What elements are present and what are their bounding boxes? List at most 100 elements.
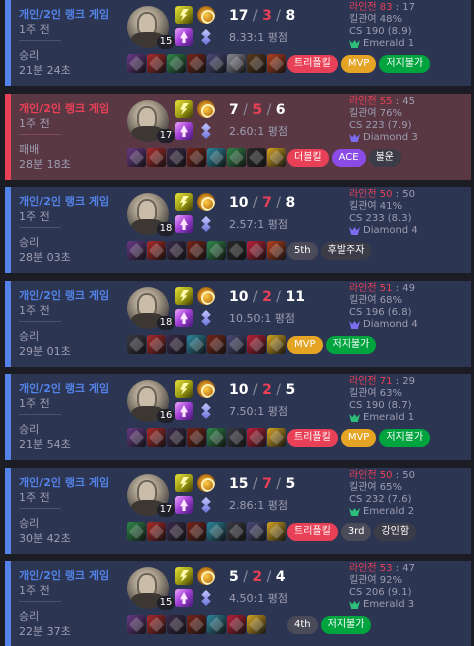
item-icon[interactable]	[207, 241, 226, 260]
item-icon[interactable]	[167, 428, 186, 447]
item-icon[interactable]	[227, 54, 246, 73]
item-icon[interactable]	[187, 522, 206, 541]
keystone-rune-icon[interactable]	[197, 567, 215, 585]
deaths: 7	[262, 195, 272, 211]
item-icon[interactable]	[127, 148, 146, 167]
match-card-5[interactable]: 개인/2인 랭크 게임 1주 전 승리 21분 54초 16 10 / 2 / …	[5, 374, 471, 460]
deaths: 2	[262, 382, 272, 398]
item-icon[interactable]	[207, 54, 226, 73]
item-icon[interactable]	[207, 522, 226, 541]
item-icon[interactable]	[207, 148, 226, 167]
item-icon[interactable]	[127, 241, 146, 260]
item-icon[interactable]	[147, 335, 166, 354]
keystone-rune-icon[interactable]	[197, 474, 215, 492]
item-icon[interactable]	[147, 615, 166, 634]
average-tier: Emerald 1	[349, 38, 469, 50]
item-icon[interactable]	[227, 522, 246, 541]
achievement-badge: MVP	[287, 336, 323, 354]
item-icon[interactable]	[267, 54, 286, 73]
match-card-6[interactable]: 개인/2인 랭크 게임 1주 전 승리 30분 42초 17 15 / 7 / …	[5, 468, 471, 554]
lane-score: 라인전 71 : 29	[349, 376, 415, 387]
item-icon[interactable]	[187, 335, 206, 354]
flash-spell-icon[interactable]	[175, 380, 193, 398]
item-icon[interactable]	[227, 428, 246, 447]
time-ago: 1주 전	[19, 397, 50, 410]
flash-spell-icon[interactable]	[175, 193, 193, 211]
ghost-spell-icon[interactable]	[175, 122, 193, 140]
item-icon[interactable]	[147, 148, 166, 167]
item-icon[interactable]	[187, 241, 206, 260]
item-icon[interactable]	[167, 335, 186, 354]
ghost-spell-icon[interactable]	[175, 28, 193, 46]
ghost-spell-icon[interactable]	[175, 496, 193, 514]
item-icon[interactable]	[267, 428, 286, 447]
item-icon[interactable]	[267, 148, 286, 167]
item-icon[interactable]	[207, 615, 226, 634]
item-icon[interactable]	[247, 54, 266, 73]
item-icon[interactable]	[247, 148, 266, 167]
flash-spell-icon[interactable]	[175, 474, 193, 492]
item-icon[interactable]	[207, 428, 226, 447]
secondary-rune-icon[interactable]	[197, 402, 215, 420]
flash-spell-icon[interactable]	[175, 287, 193, 305]
item-icon[interactable]	[267, 335, 286, 354]
item-icon[interactable]	[187, 615, 206, 634]
item-icon[interactable]	[147, 428, 166, 447]
secondary-rune-icon[interactable]	[197, 496, 215, 514]
kills: 10	[229, 289, 249, 305]
secondary-rune-icon[interactable]	[197, 215, 215, 233]
match-info: 개인/2인 랭크 게임 1주 전 패배 28분 18초	[19, 94, 113, 180]
ghost-spell-icon[interactable]	[175, 402, 193, 420]
match-card-2[interactable]: 개인/2인 랭크 게임 1주 전 패배 28분 18초 17 7 / 5 / 6…	[5, 94, 471, 180]
flash-spell-icon[interactable]	[175, 567, 193, 585]
item-icon[interactable]	[187, 54, 206, 73]
item-icon[interactable]	[127, 54, 146, 73]
item-icon[interactable]	[167, 522, 186, 541]
achievement-badge: 저지불가	[379, 55, 431, 73]
flash-spell-icon[interactable]	[175, 100, 193, 118]
item-icon[interactable]	[247, 335, 266, 354]
match-card-7[interactable]: 개인/2인 랭크 게임 1주 전 승리 22분 37초 15 5 / 2 / 4…	[5, 561, 471, 646]
item-icon[interactable]	[247, 241, 266, 260]
item-icon[interactable]	[127, 522, 146, 541]
keystone-rune-icon[interactable]	[197, 193, 215, 211]
match-card-3[interactable]: 개인/2인 랭크 게임 1주 전 승리 28분 03초 18 10 / 7 / …	[5, 187, 471, 273]
item-icon[interactable]	[167, 615, 186, 634]
item-icon[interactable]	[247, 615, 266, 634]
item-icon[interactable]	[127, 428, 146, 447]
secondary-rune-icon[interactable]	[197, 122, 215, 140]
ghost-spell-icon[interactable]	[175, 589, 193, 607]
item-icon[interactable]	[267, 522, 286, 541]
item-icon[interactable]	[127, 335, 146, 354]
item-icon[interactable]	[127, 615, 146, 634]
match-card-1[interactable]: 개인/2인 랭크 게임 1주 전 승리 21분 24초 15 17 / 3 / …	[5, 0, 471, 86]
item-icon[interactable]	[227, 335, 246, 354]
keystone-rune-icon[interactable]	[197, 6, 215, 24]
item-icon[interactable]	[207, 335, 226, 354]
keystone-rune-icon[interactable]	[197, 100, 215, 118]
secondary-rune-icon[interactable]	[197, 309, 215, 327]
item-icon[interactable]	[147, 241, 166, 260]
ghost-spell-icon[interactable]	[175, 215, 193, 233]
flash-spell-icon[interactable]	[175, 6, 193, 24]
item-icon[interactable]	[247, 428, 266, 447]
item-icon[interactable]	[187, 428, 206, 447]
item-icon[interactable]	[227, 241, 246, 260]
item-icon[interactable]	[167, 148, 186, 167]
item-icon[interactable]	[247, 522, 266, 541]
ghost-spell-icon[interactable]	[175, 309, 193, 327]
item-icon[interactable]	[167, 241, 186, 260]
item-icon[interactable]	[187, 148, 206, 167]
item-icon[interactable]	[227, 615, 246, 634]
keystone-rune-icon[interactable]	[197, 380, 215, 398]
item-icon[interactable]	[147, 54, 166, 73]
keystone-rune-icon[interactable]	[197, 287, 215, 305]
secondary-rune-icon[interactable]	[197, 589, 215, 607]
match-card-4[interactable]: 개인/2인 랭크 게임 1주 전 승리 29분 01초 18 10 / 2 / …	[5, 281, 471, 367]
item-icon[interactable]	[147, 522, 166, 541]
item-icon[interactable]	[267, 241, 286, 260]
item-icon[interactable]	[167, 54, 186, 73]
item-build	[127, 241, 287, 261]
item-icon[interactable]	[227, 148, 246, 167]
secondary-rune-icon[interactable]	[197, 28, 215, 46]
